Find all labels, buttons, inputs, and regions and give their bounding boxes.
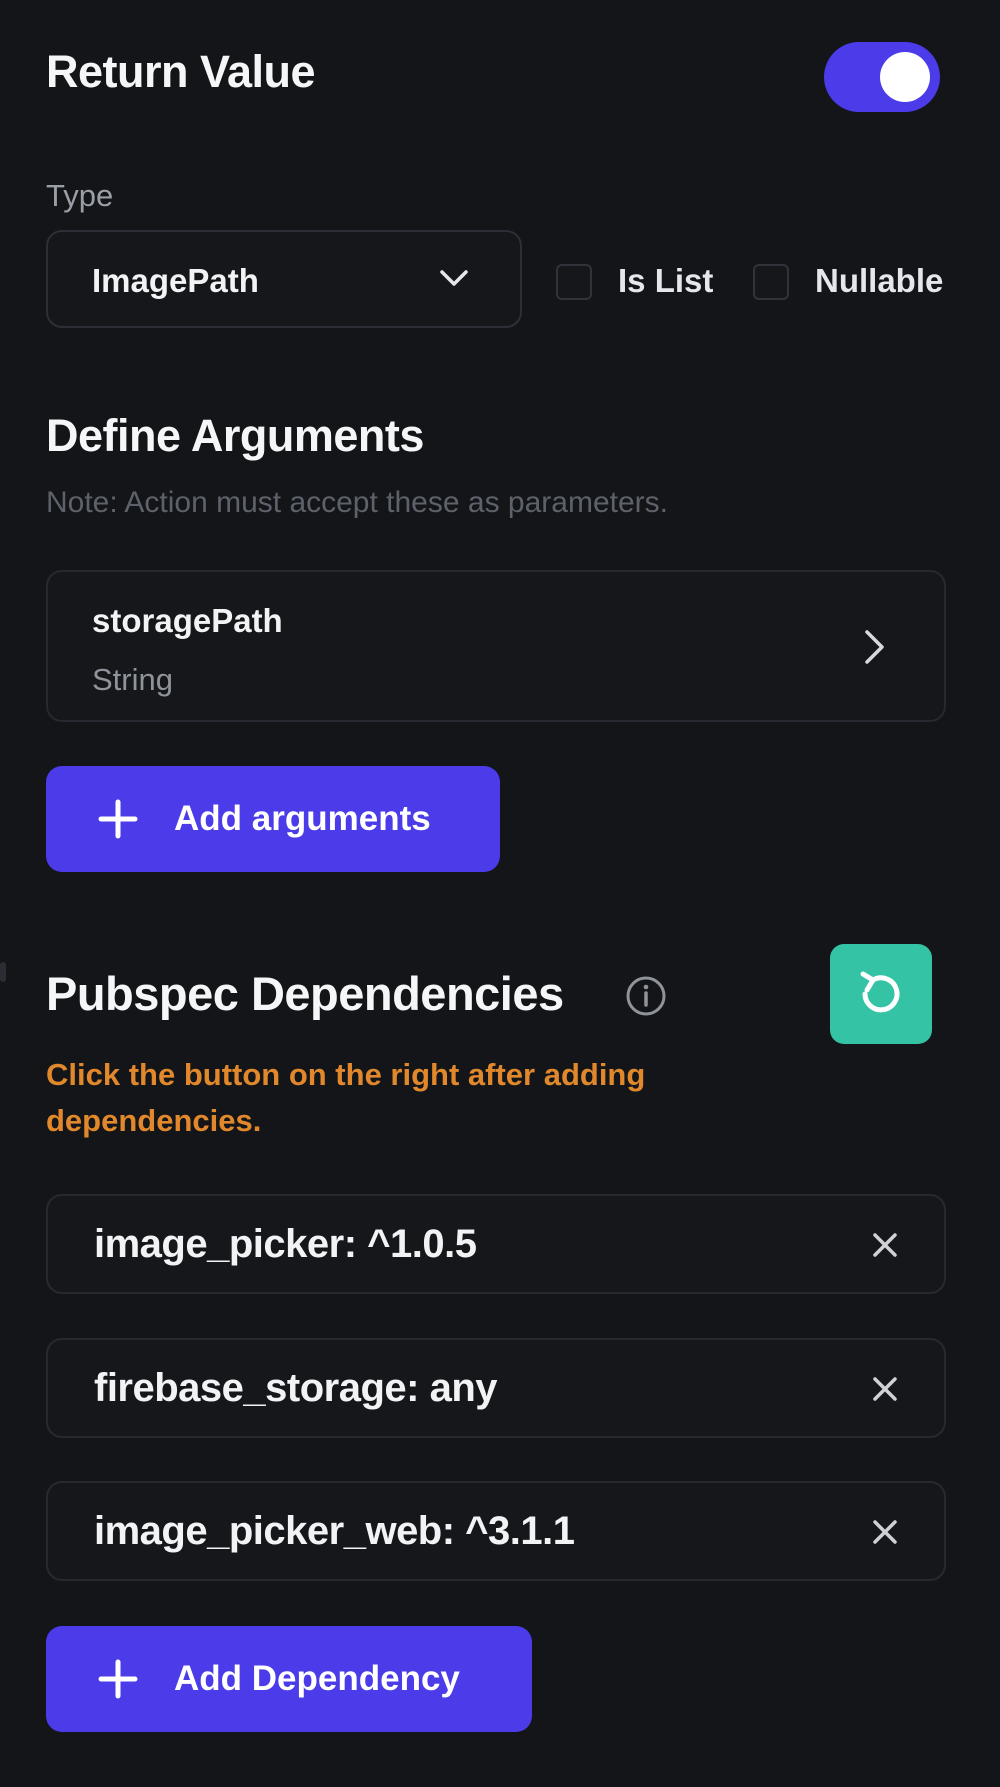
define-arguments-title: Define Arguments: [46, 410, 424, 461]
close-icon[interactable]: [866, 1370, 904, 1408]
refresh-dependencies-button[interactable]: [830, 944, 932, 1044]
pubspec-dependencies-title: Pubspec Dependencies: [46, 967, 564, 1020]
type-dropdown-value: ImagePath: [92, 262, 259, 299]
chevron-right-icon: [865, 630, 884, 664]
info-icon[interactable]: [624, 974, 668, 1018]
arguments-note: Note: Action must accept these as parame…: [46, 486, 668, 519]
type-dropdown[interactable]: ImagePath: [46, 230, 522, 328]
return-value-toggle[interactable]: [824, 42, 940, 112]
toggle-knob: [880, 52, 930, 102]
close-icon[interactable]: [866, 1226, 904, 1264]
nullable-label: Nullable: [815, 262, 944, 299]
return-value-title: Return Value: [46, 46, 316, 97]
dependency-name: firebase_storage: any: [94, 1366, 498, 1410]
type-label: Type: [46, 178, 114, 213]
dependency-name: image_picker_web: ^3.1.1: [94, 1509, 575, 1553]
is-list-label: Is List: [618, 262, 714, 299]
chevron-down-icon: [440, 270, 468, 286]
panel-edge-handle: [0, 962, 6, 982]
custom-action-settings-panel: Return Value Type ImagePath Is List Null…: [0, 0, 1000, 1787]
add-dependency-button[interactable]: Add Dependency: [46, 1626, 532, 1732]
dependency-item[interactable]: image_picker: ^1.0.5: [46, 1194, 946, 1294]
dependency-item[interactable]: firebase_storage: any: [46, 1338, 946, 1438]
dependency-item[interactable]: image_picker_web: ^3.1.1: [46, 1481, 946, 1581]
add-dependency-label: Add Dependency: [174, 1659, 460, 1698]
add-arguments-label: Add arguments: [174, 799, 431, 838]
argument-type: String: [92, 662, 173, 697]
is-list-checkbox[interactable]: [556, 264, 592, 300]
nullable-checkbox[interactable]: [753, 264, 789, 300]
argument-item[interactable]: storagePath String: [46, 570, 946, 722]
refresh-icon: [860, 971, 900, 1013]
plus-icon: [98, 1659, 138, 1699]
close-icon[interactable]: [866, 1513, 904, 1551]
argument-name: storagePath: [92, 602, 283, 639]
plus-icon: [98, 799, 138, 839]
dependencies-warning: Click the button on the right after addi…: [46, 1057, 646, 1138]
add-arguments-button[interactable]: Add arguments: [46, 766, 500, 872]
dependency-name: image_picker: ^1.0.5: [94, 1222, 477, 1266]
